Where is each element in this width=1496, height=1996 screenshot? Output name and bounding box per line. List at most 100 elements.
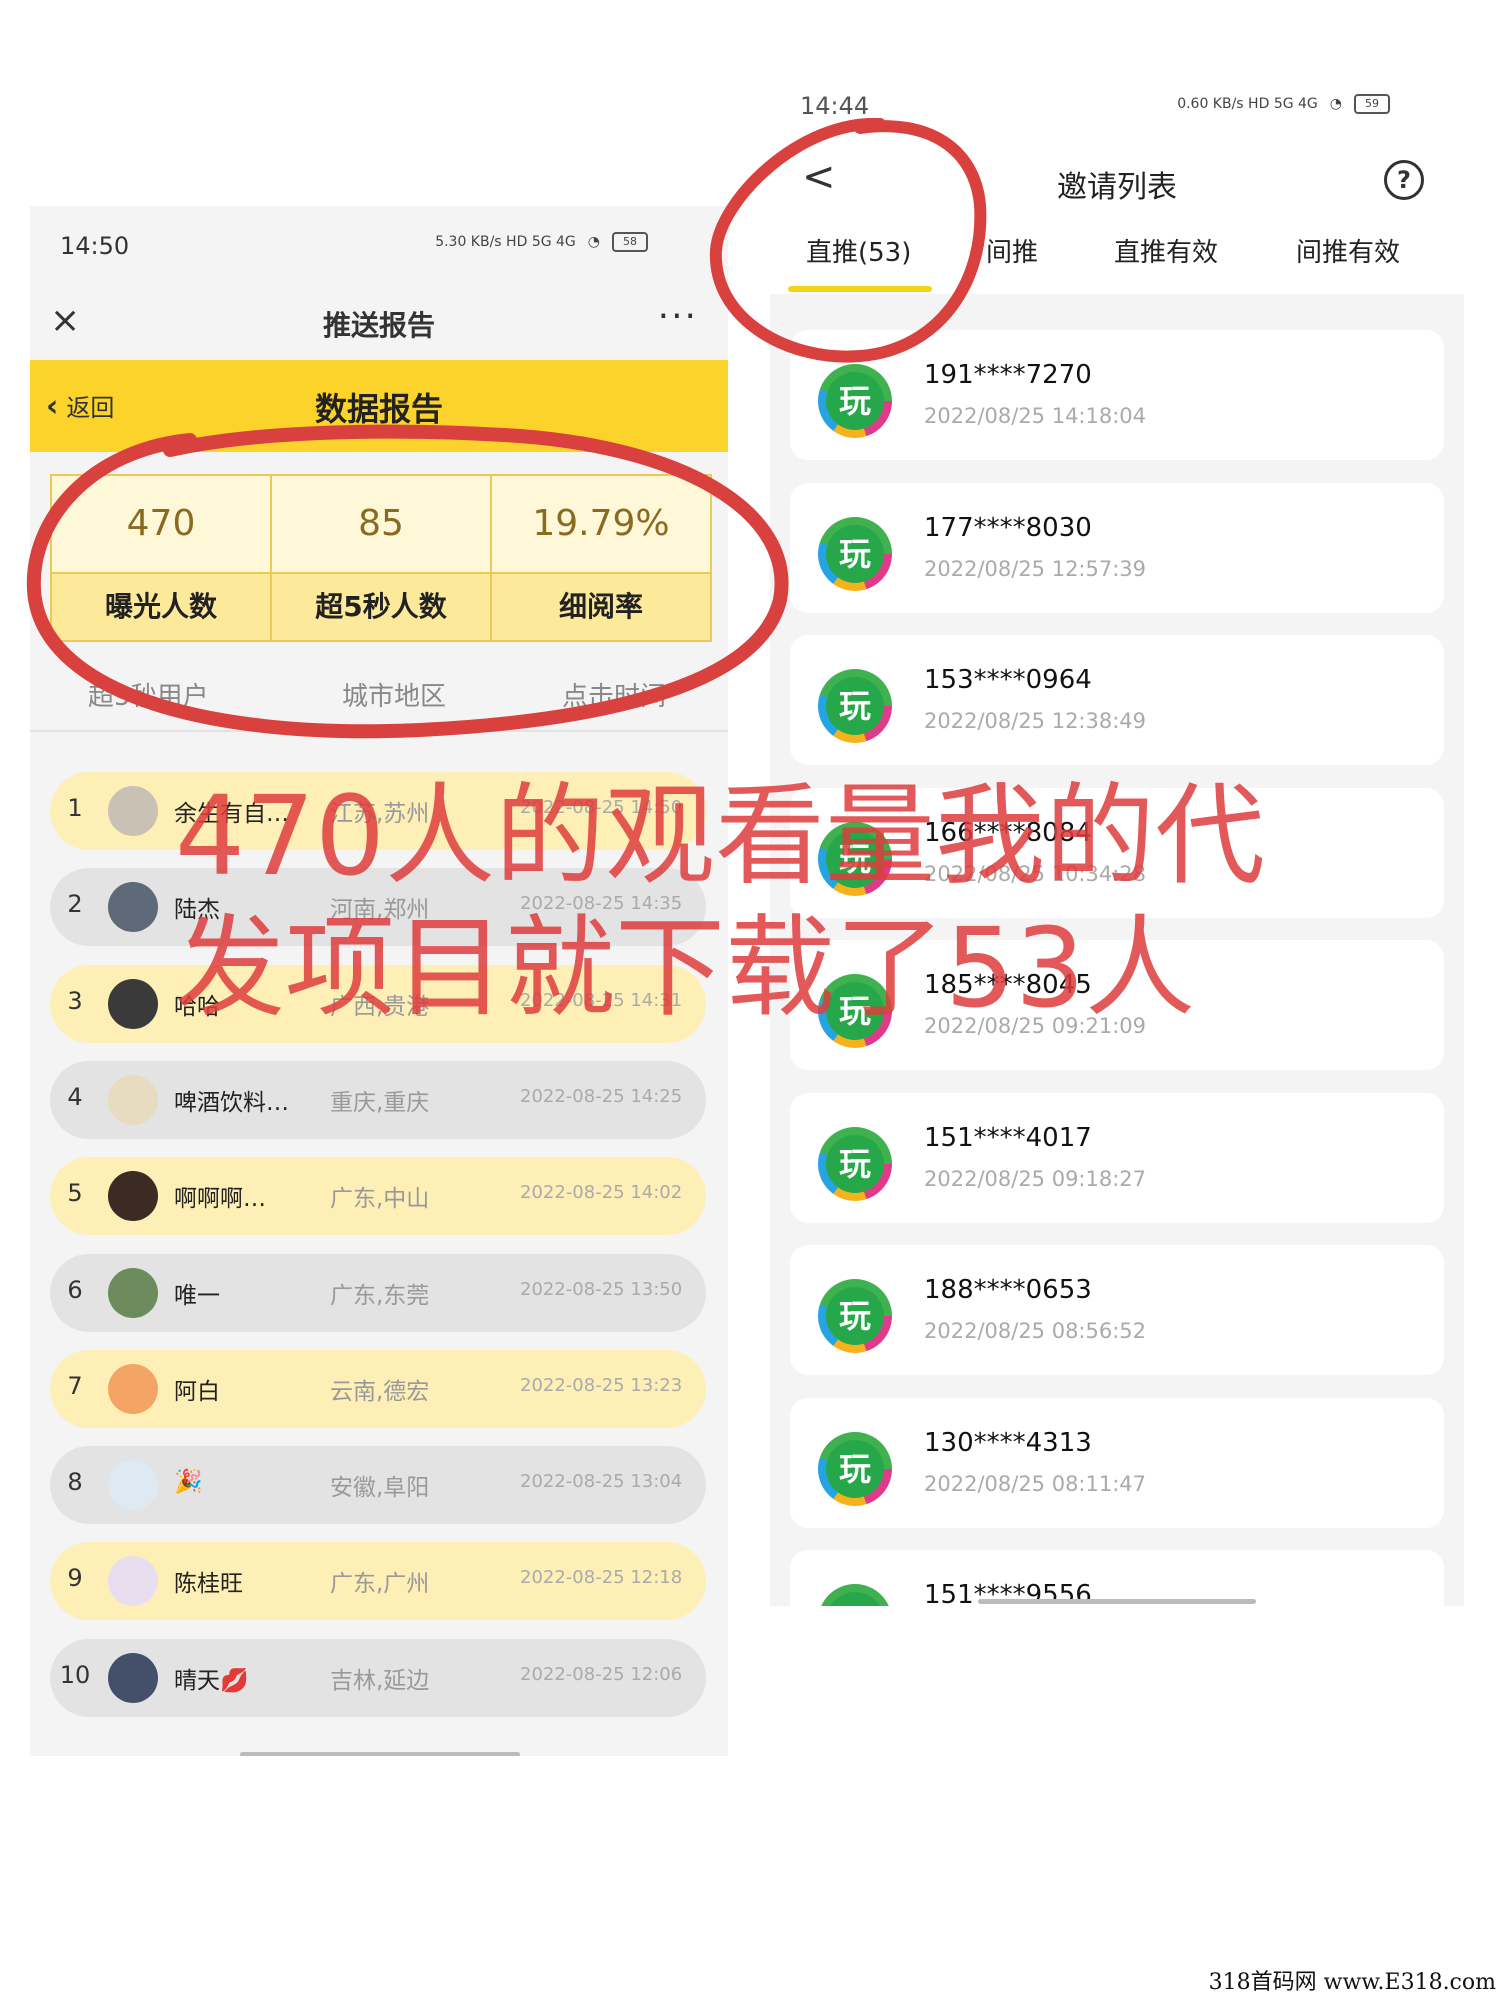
rank-number: 5 <box>67 1179 83 1208</box>
tab-over-5s-users[interactable]: 超5秒用户 <box>88 676 209 713</box>
invite-card[interactable]: 玩 188****0653 2022/08/25 08:56:52 <box>790 1245 1444 1375</box>
app-icon: 玩 <box>818 516 892 591</box>
battery-icon: 59 <box>1354 94 1390 114</box>
rank-number: 6 <box>67 1275 83 1304</box>
status-time: 14:44 <box>800 92 870 120</box>
avatar <box>108 1556 158 1607</box>
home-indicator[interactable] <box>240 1752 520 1756</box>
list-item[interactable]: 4 啤酒饮料… 重庆,重庆 2022-08-25 14:25 <box>50 1060 706 1139</box>
page-title: 推送报告 <box>322 309 435 342</box>
avatar <box>108 1363 158 1414</box>
rank-number: 9 <box>67 1564 83 1593</box>
invite-card[interactable]: 玩 153****0964 2022/08/25 12:38:49 <box>790 635 1444 765</box>
list-item[interactable]: 7 阿白 云南,德宏 2022-08-25 13:23 <box>50 1349 706 1428</box>
tab-direct[interactable]: 直推(53) <box>806 232 911 269</box>
stat-over-5s: 85 超5秒人数 <box>272 476 492 640</box>
stat-label: 曝光人数 <box>52 572 270 640</box>
invite-card[interactable]: 玩 151****4017 2022/08/25 09:18:27 <box>790 1092 1444 1223</box>
wifi-icon: ◔ <box>587 234 600 250</box>
invitee-phone: 153****0964 <box>924 665 1092 695</box>
report-tabs: 超5秒用户 城市地区 点击时间 <box>30 656 728 732</box>
view-time: 2022-08-25 13:04 <box>520 1471 683 1493</box>
caption-line: 470人的观看量我的代 <box>175 772 1265 900</box>
watermark: 318首码网 www.E318.com <box>1208 1970 1496 1995</box>
rank-number: 4 <box>67 1082 83 1111</box>
app-icon-glyph: 玩 <box>826 1592 884 1606</box>
more-icon[interactable]: ··· <box>658 296 698 337</box>
user-name: 啤酒饮料… <box>174 1089 289 1116</box>
avatar <box>108 882 158 933</box>
list-item[interactable]: 6 唯一 广东,东莞 2022-08-25 13:50 <box>50 1253 706 1332</box>
invitee-phone: 130****4313 <box>924 1427 1092 1458</box>
user-name: 阿白 <box>174 1378 220 1405</box>
rank-number: 7 <box>67 1371 83 1400</box>
view-time: 2022-08-25 12:06 <box>520 1663 683 1685</box>
avatar <box>108 1652 158 1703</box>
user-city: 广东,中山 <box>330 1186 430 1213</box>
network-indicator: 5.30 KB/s HD 5G 4G <box>435 234 576 250</box>
help-icon[interactable]: ? <box>1384 160 1424 200</box>
home-indicator[interactable] <box>978 1599 1256 1604</box>
user-city: 广东,广州 <box>330 1571 430 1598</box>
app-icon: 玩 <box>818 669 892 743</box>
invitee-phone: 188****0653 <box>924 1275 1092 1305</box>
list-item[interactable]: 10 晴天💋 吉林,延边 2022-08-25 12:06 <box>50 1638 706 1717</box>
app-icon-glyph: 玩 <box>826 524 884 583</box>
stat-value: 470 <box>52 476 270 572</box>
top-nav: × 推送报告 ··· <box>30 286 728 360</box>
status-time: 14:50 <box>60 232 130 260</box>
tab-indirect[interactable]: 间推 <box>986 232 1038 269</box>
report-title: 数据报告 <box>314 390 443 428</box>
page-title: 邀请列表 <box>1057 170 1177 205</box>
avatar <box>108 1074 158 1125</box>
tab-direct-valid[interactable]: 直推有效 <box>1114 232 1218 269</box>
view-time: 2022-08-25 13:23 <box>520 1374 683 1396</box>
app-icon: 玩 <box>818 364 892 438</box>
user-name: 唯一 <box>174 1282 220 1309</box>
invite-date: 2022/08/25 12:57:39 <box>924 556 1147 581</box>
invite-card[interactable]: 玩 177****8030 2022/08/25 12:57:39 <box>790 482 1444 613</box>
invite-card[interactable]: 玩151****9556 <box>790 1550 1444 1606</box>
list-item[interactable]: 9 陈桂旺 广东,广州 2022-08-25 12:18 <box>50 1542 706 1621</box>
invite-date: 2022/08/25 08:56:52 <box>924 1319 1147 1343</box>
stat-exposure: 470 曝光人数 <box>52 476 272 640</box>
invitee-phone: 177****8030 <box>924 512 1092 543</box>
view-time: 2022-08-25 14:25 <box>520 1085 683 1107</box>
view-time: 2022-08-25 14:02 <box>520 1182 683 1204</box>
stat-label: 超5秒人数 <box>272 572 490 640</box>
app-icon: 玩 <box>818 1431 892 1506</box>
annotation-caption: 470人的观看量我的代 发项目就下载了53人 <box>175 770 1335 1034</box>
avatar <box>108 1267 158 1318</box>
rank-number: 8 <box>67 1468 83 1497</box>
rank-number: 3 <box>67 986 83 1015</box>
invite-card[interactable]: 玩 130****4313 2022/08/25 08:11:47 <box>790 1397 1444 1528</box>
report-header: ‹ 返回 数据报告 <box>30 360 728 452</box>
network-indicator: 0.60 KB/s HD 5G 4G <box>1177 96 1318 112</box>
avatar <box>108 1460 158 1511</box>
avatar <box>108 978 158 1029</box>
user-city: 云南,德宏 <box>330 1378 430 1405</box>
user-city: 重庆,重庆 <box>330 1089 430 1116</box>
invite-date: 2022/08/25 14:18:04 <box>924 404 1147 428</box>
caption-line: 发项目就下载了53人 <box>175 904 1195 1032</box>
user-name: 🎉 <box>174 1469 203 1496</box>
user-city: 吉林,延边 <box>330 1667 430 1694</box>
wifi-icon: ◔ <box>1329 96 1342 112</box>
stat-value: 19.79% <box>492 476 710 572</box>
invite-date: 2022/08/25 12:38:49 <box>924 709 1147 733</box>
tab-city-region[interactable]: 城市地区 <box>342 676 446 713</box>
app-icon-glyph: 玩 <box>826 1439 884 1498</box>
invitee-phone: 191****7270 <box>924 360 1092 390</box>
user-name: 陈桂旺 <box>174 1571 243 1598</box>
stat-label: 细阅率 <box>492 572 710 640</box>
app-icon: 玩 <box>818 1279 892 1353</box>
list-item[interactable]: 5 啊啊啊… 广东,中山 2022-08-25 14:02 <box>50 1157 706 1236</box>
list-item[interactable]: 8 🎉 安徽,阜阳 2022-08-25 13:04 <box>50 1446 706 1525</box>
app-icon-glyph: 玩 <box>826 1134 884 1193</box>
stats-table: 470 曝光人数 85 超5秒人数 19.79% 细阅率 <box>50 474 712 642</box>
tab-click-time[interactable]: 点击时间 <box>562 676 666 713</box>
invite-card[interactable]: 玩 191****7270 2022/08/25 14:18:04 <box>790 330 1444 460</box>
tab-indirect-valid[interactable]: 间推有效 <box>1296 232 1400 269</box>
top-nav: < 邀请列表 ? <box>770 140 1464 220</box>
avatar <box>108 1171 158 1222</box>
